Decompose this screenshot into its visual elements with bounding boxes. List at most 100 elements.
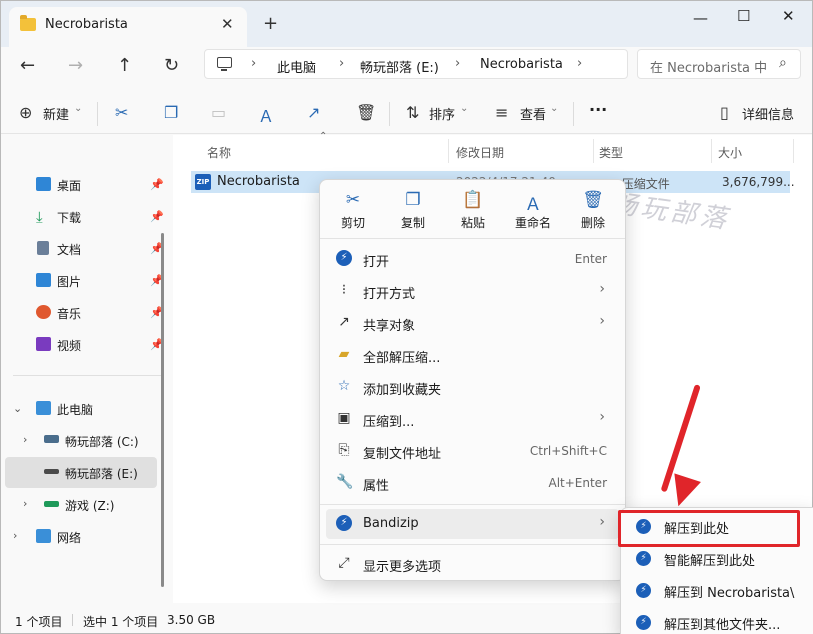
- file-size: 3,676,799...: [722, 175, 795, 189]
- network-icon: [36, 529, 51, 543]
- sidebar-item-music[interactable]: 音乐 📌: [7, 298, 164, 328]
- desktop-icon: [36, 177, 51, 191]
- breadcrumb-drive-e[interactable]: 畅玩部落 (E:): [360, 57, 439, 76]
- sidebar-item-pictures[interactable]: 图片 📌: [7, 266, 164, 296]
- refresh-button[interactable]: ↻: [164, 55, 179, 76]
- copy-path-icon: ⎘: [338, 442, 350, 458]
- tab-close-icon[interactable]: ✕: [221, 15, 234, 33]
- sidebar-item-desktop[interactable]: 桌面 📌: [7, 170, 164, 200]
- delete-icon: 🗑: [582, 190, 604, 210]
- sort-button[interactable]: 排序: [429, 104, 455, 123]
- chevron-down-icon: ⌄: [74, 103, 83, 114]
- tab-necrobarista[interactable]: Necrobarista ✕: [9, 7, 247, 47]
- sidebar-item-label: 下载: [57, 211, 82, 225]
- divider: [573, 102, 574, 126]
- computer-icon: [36, 401, 51, 415]
- share-icon: ↗: [338, 314, 350, 330]
- menu-item-properties[interactable]: 🔧 属性 Alt+Enter: [326, 468, 619, 498]
- paste-icon[interactable]: ▭: [211, 103, 226, 122]
- breadcrumb-this-pc[interactable]: 此电脑: [277, 57, 316, 76]
- sidebar-item-documents[interactable]: 文档 📌: [7, 234, 164, 264]
- video-icon: [36, 337, 51, 351]
- minimize-button[interactable]: —: [693, 9, 708, 27]
- menu-item-add-favorites[interactable]: ☆ 添加到收藏夹: [326, 372, 619, 402]
- column-divider: [793, 139, 794, 163]
- column-header-date[interactable]: 修改日期: [456, 144, 504, 161]
- forward-button[interactable]: →: [68, 55, 83, 76]
- rename-action[interactable]: Ａ 重命名: [508, 190, 558, 231]
- sidebar-item-label: 文档: [57, 243, 82, 257]
- bandizip-icon: ⚡: [336, 515, 352, 531]
- menu-item-open-with[interactable]: ⁝ 打开方式 ›: [326, 276, 619, 306]
- column-header-size[interactable]: 大小: [718, 144, 742, 161]
- submenu-item-smart-extract[interactable]: ⚡ 智能解压到此处: [627, 543, 813, 573]
- sidebar-item-label: 畅玩部落 (C:): [65, 435, 139, 449]
- submenu-item-extract-to-folder[interactable]: ⚡ 解压到 Necrobarista\: [627, 575, 813, 605]
- sidebar-item-this-pc[interactable]: 此电脑: [7, 394, 162, 424]
- copy-action[interactable]: ❐ 复制: [388, 190, 438, 231]
- sidebar-item-drive-z[interactable]: 游戏 (Z:): [7, 490, 162, 520]
- rename-label: 重命名: [514, 216, 551, 230]
- cut-action[interactable]: ✂ 剪切: [328, 190, 378, 231]
- breadcrumb-separator: ›: [577, 56, 583, 71]
- menu-item-shortcut: Alt+Enter: [548, 476, 607, 490]
- menu-item-extract-all[interactable]: ▰ 全部解压缩...: [326, 340, 619, 370]
- column-header-type[interactable]: 类型: [599, 144, 623, 161]
- menu-item-share[interactable]: ↗ 共享对象 ›: [326, 308, 619, 338]
- menu-item-bandizip[interactable]: ⚡ Bandizip ›: [326, 509, 619, 539]
- maximize-button[interactable]: ☐: [737, 7, 750, 25]
- highlight-box: [618, 510, 800, 547]
- menu-item-copy-path[interactable]: ⎘ 复制文件地址 Ctrl+Shift+C: [326, 436, 619, 466]
- divider: [320, 504, 625, 505]
- view-button[interactable]: 查看: [520, 104, 546, 123]
- sidebar-item-downloads[interactable]: ⤓ 下载 📌: [7, 202, 164, 232]
- divider: [320, 544, 625, 545]
- menu-item-show-more[interactable]: ⤢ 显示更多选项: [326, 549, 619, 579]
- column-header-name[interactable]: 名称: [207, 144, 231, 161]
- sidebar-item-videos[interactable]: 视频 📌: [7, 330, 164, 360]
- rename-icon[interactable]: Ａ: [258, 103, 274, 127]
- address-bar[interactable]: › 此电脑 › 畅玩部落 (E:) › Necrobarista ›: [204, 49, 628, 79]
- paste-icon: 📋: [462, 190, 484, 210]
- search-placeholder: 在 Necrobarista 中: [650, 61, 768, 76]
- star-icon: ☆: [337, 378, 351, 394]
- menu-item-label: 打开: [363, 255, 390, 270]
- details-pane-icon: ▯: [720, 103, 729, 122]
- delete-icon[interactable]: 🗑: [356, 103, 376, 122]
- copy-icon: ❐: [405, 190, 421, 210]
- bandizip-icon: ⚡: [336, 250, 352, 266]
- details-button[interactable]: 详细信息: [742, 104, 794, 123]
- sidebar-item-network[interactable]: 网络: [7, 522, 162, 552]
- share-icon[interactable]: ↗: [307, 103, 320, 122]
- sidebar-item-label: 图片: [57, 275, 82, 289]
- menu-item-open[interactable]: ⚡ 打开 Enter: [326, 244, 619, 274]
- menu-item-shortcut: Ctrl+Shift+C: [529, 444, 607, 458]
- back-button[interactable]: ←: [20, 55, 35, 76]
- bandizip-icon: ⚡: [636, 615, 651, 630]
- search-box[interactable]: 在 Necrobarista 中 ⌕: [637, 49, 801, 79]
- menu-item-compress-to[interactable]: ▣ 压缩到... ›: [326, 404, 619, 434]
- new-tab-button[interactable]: +: [263, 13, 278, 34]
- cut-label: 剪切: [340, 216, 365, 230]
- compress-icon: ▣: [337, 410, 351, 426]
- sidebar-item-drive-e[interactable]: 畅玩部落 (E:): [5, 457, 157, 488]
- copy-icon[interactable]: ❐: [164, 103, 178, 122]
- cut-icon: ✂: [345, 190, 361, 210]
- submenu-item-extract-other[interactable]: ⚡ 解压到其他文件夹...: [627, 607, 813, 634]
- sidebar-item-label: 桌面: [57, 179, 82, 193]
- close-button[interactable]: ✕: [782, 7, 795, 25]
- paste-action[interactable]: 📋 粘贴: [448, 190, 498, 231]
- sidebar-scrollbar[interactable]: [161, 233, 164, 587]
- new-button[interactable]: 新建: [43, 104, 69, 123]
- chevron-right-icon: ›: [599, 313, 605, 329]
- breadcrumb-necrobarista[interactable]: Necrobarista: [480, 57, 563, 72]
- delete-action[interactable]: 🗑 删除: [568, 190, 618, 231]
- sidebar-item-drive-c[interactable]: 畅玩部落 (C:): [7, 426, 162, 456]
- up-button[interactable]: ↑: [117, 55, 132, 76]
- view-icon: ≡: [495, 103, 509, 122]
- sort-indicator-icon: ⌃: [319, 131, 328, 142]
- picture-icon: [36, 273, 51, 287]
- download-icon: ⤓: [36, 208, 43, 226]
- cut-icon[interactable]: ✂: [115, 103, 128, 122]
- more-options-button[interactable]: ···: [589, 100, 607, 119]
